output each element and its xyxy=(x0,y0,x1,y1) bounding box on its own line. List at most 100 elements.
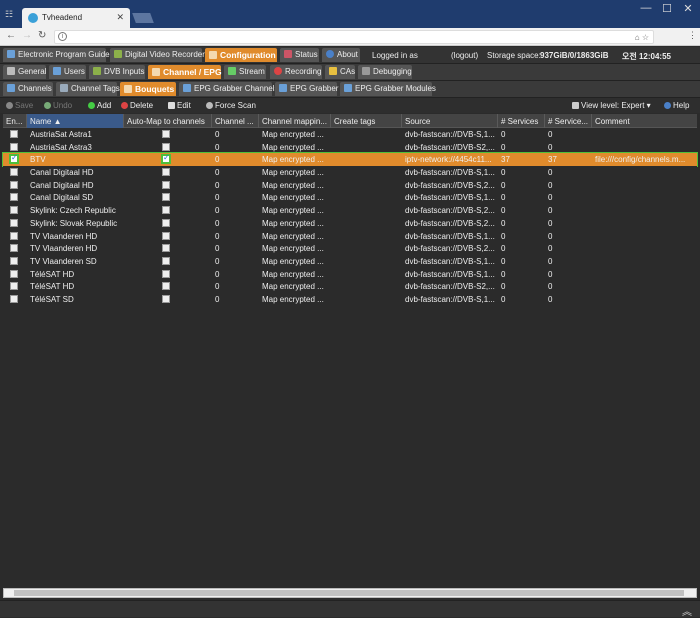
browser-menu-icon[interactable]: ⋮ xyxy=(688,30,697,41)
col-automap[interactable]: Auto-Map to channels xyxy=(124,114,212,128)
tab-debugging[interactable]: Debugging xyxy=(358,65,412,79)
automap-checkbox[interactable] xyxy=(162,180,170,189)
automap-checkbox[interactable] xyxy=(162,282,170,291)
tab-recording[interactable]: Recording xyxy=(270,65,322,79)
table-row[interactable]: AustriaSat Astra3 0 Map encrypted ... dvb-f… xyxy=(3,140,697,154)
tab-configuration[interactable]: Configuration xyxy=(205,48,277,62)
tab-stream[interactable]: Stream xyxy=(224,65,266,79)
tab-channel-tags[interactable]: Channel Tags xyxy=(56,82,120,96)
enabled-checkbox[interactable] xyxy=(10,244,18,253)
maximize-icon[interactable]: ☐ xyxy=(657,2,677,18)
tab-channels[interactable]: Channels xyxy=(3,82,53,96)
tab-epg-grabber-channels[interactable]: EPG Grabber Channels xyxy=(179,82,279,96)
automap-checkbox[interactable] xyxy=(162,168,170,177)
tab-general[interactable]: General xyxy=(3,65,46,79)
table-row[interactable]: Skylink: Slovak Republic 0 Map encrypted .… xyxy=(3,216,697,230)
col-services-2[interactable]: # Service... xyxy=(545,114,592,128)
tab-bouquets[interactable]: Bouquets xyxy=(120,82,176,96)
table-row[interactable]: Skylink: Czech Republic 0 Map encrypted ..… xyxy=(3,204,697,217)
automap-checkbox[interactable] xyxy=(162,256,170,265)
app-menu-icon[interactable]: ☷ xyxy=(5,9,15,19)
undo-button[interactable]: Undo xyxy=(44,101,72,110)
tab-epg-grabber[interactable]: EPG Grabber xyxy=(275,82,338,96)
delete-button[interactable]: Delete xyxy=(121,101,153,110)
table-row[interactable]: Canal Digitaal SD 0 Map encrypted ... dvb-f… xyxy=(3,191,697,205)
enabled-checkbox[interactable] xyxy=(10,269,18,278)
automap-checkbox[interactable] xyxy=(161,153,171,165)
enabled-checkbox[interactable] xyxy=(10,193,18,202)
col-enabled[interactable]: En... xyxy=(3,114,27,128)
table-row[interactable]: TéléSAT HD 0 Map encrypted ... dvb-fastscan… xyxy=(3,280,697,293)
tab-channel-epg[interactable]: Channel / EPG xyxy=(148,65,222,79)
col-create-tags[interactable]: Create tags xyxy=(331,114,402,128)
automap-checkbox[interactable] xyxy=(162,206,170,215)
col-name[interactable]: Name ▲ xyxy=(27,114,124,128)
view-level-dropdown[interactable]: View level: Expert ▾ xyxy=(572,101,651,110)
automap-checkbox[interactable] xyxy=(162,269,170,278)
translate-icon[interactable]: ⌂ xyxy=(635,33,640,42)
automap-checkbox[interactable] xyxy=(162,244,170,253)
col-channel-number[interactable]: Channel ... xyxy=(212,114,259,128)
horizontal-scrollbar[interactable] xyxy=(3,588,697,598)
col-services[interactable]: # Services xyxy=(498,114,545,128)
browser-tab[interactable]: Tvheadend ✕ xyxy=(22,8,130,28)
table-row[interactable]: AustriaSat Astra1 0 Map encrypted ... dvb-f… xyxy=(3,128,697,141)
enabled-checkbox[interactable] xyxy=(10,142,18,151)
enabled-checkbox[interactable] xyxy=(10,294,18,303)
help-button[interactable]: Help xyxy=(664,101,689,110)
enabled-checkbox[interactable] xyxy=(10,218,18,227)
save-button[interactable]: Save xyxy=(6,101,33,110)
col-comment[interactable]: Comment xyxy=(592,114,697,128)
collapse-up-icon[interactable]: ︽ xyxy=(682,603,692,618)
col-source[interactable]: Source xyxy=(402,114,498,128)
table-row[interactable]: TéléSAT SD 0 Map encrypted ... dvb-fastscan… xyxy=(3,292,697,306)
cell-services-2: 0 xyxy=(548,206,553,216)
table-row[interactable]: Canal Digitaal HD 0 Map encrypted ... dvb-f… xyxy=(3,166,697,179)
automap-checkbox[interactable] xyxy=(162,218,170,227)
force-scan-button[interactable]: Force Scan xyxy=(206,101,256,110)
enabled-checkbox[interactable] xyxy=(10,206,18,215)
address-bar[interactable]: i ⌂ ☆ xyxy=(54,30,654,44)
table-row[interactable]: Canal Digitaal HD 0 Map encrypted ... dvb-f… xyxy=(3,178,697,192)
enabled-checkbox[interactable] xyxy=(10,256,18,265)
tab-dvb-inputs[interactable]: DVB Inputs xyxy=(89,65,145,79)
scrollbar-thumb[interactable] xyxy=(14,590,684,596)
back-icon[interactable]: ← xyxy=(6,30,16,41)
minimize-icon[interactable]: — xyxy=(636,2,656,18)
enabled-checkbox[interactable] xyxy=(10,282,18,291)
tab-users[interactable]: Users xyxy=(49,65,86,79)
automap-checkbox[interactable] xyxy=(162,130,170,138)
automap-checkbox[interactable] xyxy=(162,142,170,151)
table-row[interactable]: TV Vlaanderen HD 0 Map encrypted ... dvb-fa… xyxy=(3,229,697,243)
add-button[interactable]: Add xyxy=(88,101,111,110)
storage-value: 937GiB/0/1863GiB xyxy=(540,51,609,60)
forward-icon[interactable]: → xyxy=(22,30,32,41)
edit-button[interactable]: Edit xyxy=(168,101,191,110)
tab-about[interactable]: About xyxy=(322,48,360,62)
automap-checkbox[interactable] xyxy=(162,231,170,240)
tab-close-icon[interactable]: ✕ xyxy=(116,12,124,23)
enabled-checkbox[interactable] xyxy=(10,180,18,189)
enabled-checkbox[interactable] xyxy=(10,231,18,240)
table-row[interactable]: TV Vlaanderen SD 0 Map encrypted ... dvb-fa… xyxy=(3,254,697,268)
automap-checkbox[interactable] xyxy=(162,294,170,303)
tab-epg-grabber-modules[interactable]: EPG Grabber Modules xyxy=(340,82,436,96)
close-window-icon[interactable]: ✕ xyxy=(678,2,698,18)
col-channel-mapping[interactable]: Channel mappin... xyxy=(259,114,331,128)
enabled-checkbox[interactable] xyxy=(10,130,18,138)
table-row[interactable]: TéléSAT HD 0 Map encrypted ... dvb-fastscan… xyxy=(3,267,697,281)
tab-status[interactable]: Status xyxy=(280,48,319,62)
table-row[interactable]: BTV 0 Map encrypted ... iptv-network://4454… xyxy=(2,152,698,168)
enabled-checkbox[interactable] xyxy=(9,153,19,165)
new-tab-button[interactable] xyxy=(132,13,154,23)
site-info-icon[interactable]: i xyxy=(58,32,67,41)
tab-dvr[interactable]: Digital Video Recorder xyxy=(110,48,205,62)
tab-cas[interactable]: CAs xyxy=(325,65,355,79)
table-row[interactable]: TV Vlaanderen HD 0 Map encrypted ... dvb-fa… xyxy=(3,242,697,255)
tab-epg[interactable]: Electronic Program Guide xyxy=(3,48,110,62)
reload-icon[interactable]: ↻ xyxy=(38,30,46,41)
automap-checkbox[interactable] xyxy=(162,193,170,202)
enabled-checkbox[interactable] xyxy=(10,168,18,177)
bookmark-star-icon[interactable]: ☆ xyxy=(642,33,649,42)
logout-link[interactable]: (logout) xyxy=(451,51,478,60)
